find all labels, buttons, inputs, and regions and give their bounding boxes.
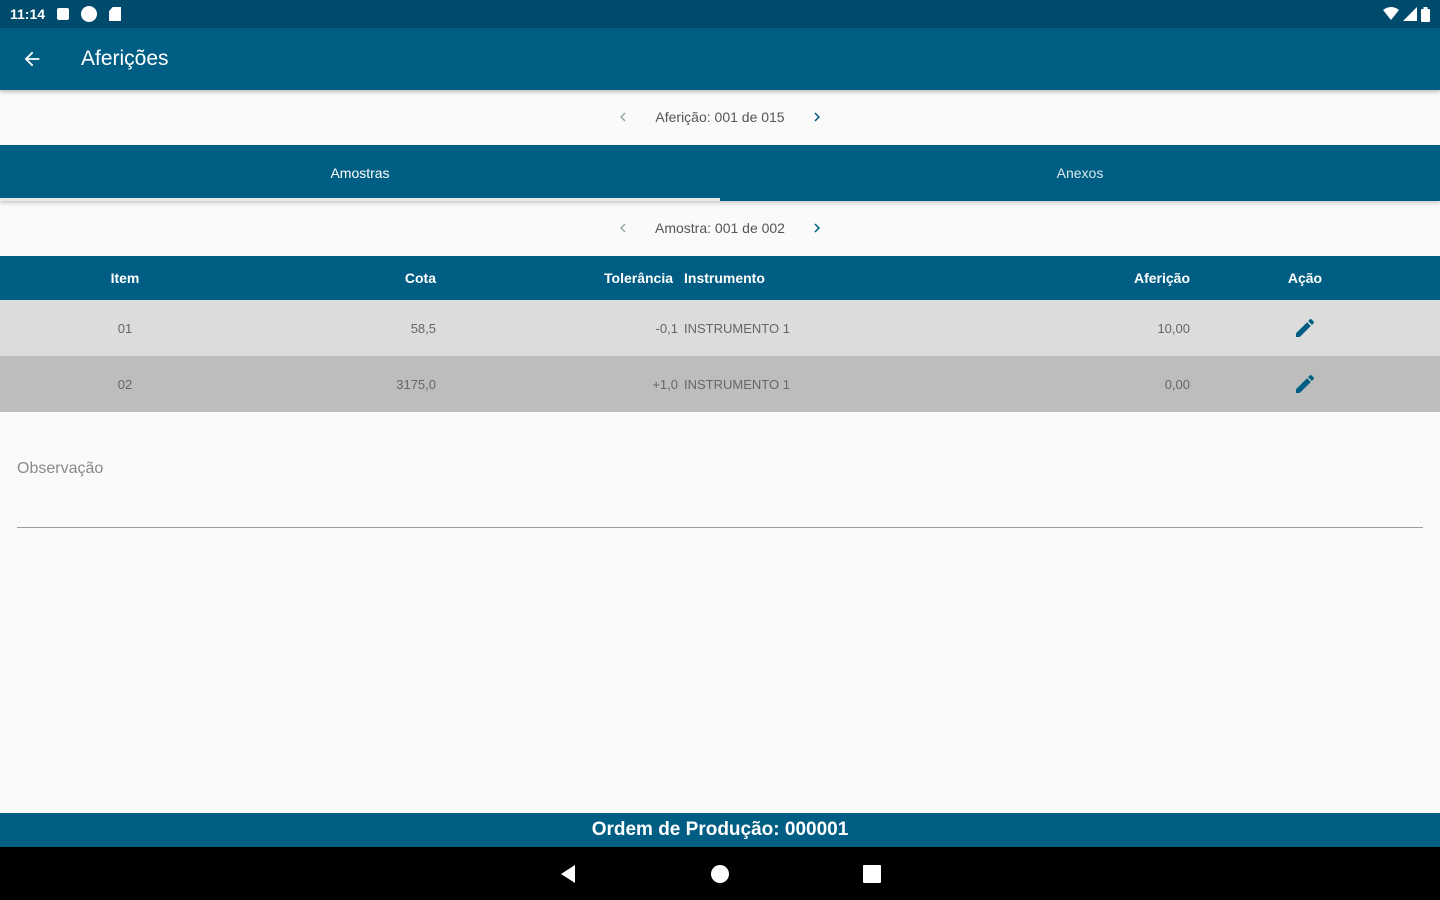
system-nav-bar — [0, 847, 1440, 900]
afericao-next-button[interactable] — [803, 103, 831, 131]
afericao-pager: Aferição: 001 de 015 — [0, 90, 1440, 144]
afericao-pager-label: Aferição: 001 de 015 — [655, 109, 785, 125]
square-recents-icon — [863, 864, 881, 883]
header-acao: Ação — [1287, 270, 1323, 286]
cell-afericao: 0,00 — [1164, 376, 1190, 392]
observacao-field — [17, 440, 1423, 528]
afericao-prev-button[interactable] — [609, 103, 637, 131]
tab-anexos-label: Anexos — [1056, 165, 1104, 181]
status-left: 11:14 — [10, 6, 122, 22]
nav-back-button[interactable] — [548, 854, 588, 894]
tab-amostras[interactable]: Amostras — [0, 145, 720, 201]
observacao-input[interactable] — [17, 440, 1423, 478]
chevron-left-icon — [620, 223, 626, 233]
app-bar: Aferições — [0, 28, 1440, 90]
production-order-footer: Ordem de Produção: 000001 — [0, 813, 1440, 847]
amostra-next-button[interactable] — [803, 214, 831, 242]
tab-anexos[interactable]: Anexos — [720, 145, 1440, 201]
nav-home-button[interactable] — [700, 854, 740, 894]
table-row[interactable]: 01 58,5 -0,1 INSTRUMENTO 1 10,00 — [0, 300, 1440, 356]
status-bar: 11:14 — [0, 0, 1440, 28]
nav-recents-button[interactable] — [852, 854, 892, 894]
edit-button[interactable] — [1289, 312, 1321, 344]
signal-icon — [1403, 7, 1417, 21]
app-notification-icon — [81, 6, 98, 22]
page-title: Aferições — [81, 47, 169, 70]
triangle-back-icon — [561, 864, 575, 883]
cell-acao — [1240, 356, 1370, 412]
cell-cota: 3175,0 — [396, 376, 436, 392]
cell-tolerancia: +1,0 — [652, 376, 678, 392]
cell-afericao: 10,00 — [1157, 320, 1190, 336]
status-right — [1383, 6, 1430, 22]
amostra-prev-button[interactable] — [609, 214, 637, 242]
production-order-label: Ordem de Produção: 000001 — [591, 819, 849, 840]
notification-icon — [57, 8, 70, 20]
wifi-icon — [1383, 7, 1399, 20]
tab-amostras-label: Amostras — [330, 165, 390, 181]
status-time: 11:14 — [10, 6, 46, 22]
header-cota: Cota — [404, 270, 436, 286]
header-instrumento: Instrumento — [684, 270, 765, 286]
cell-item: 01 — [117, 320, 133, 336]
cell-cota: 58,5 — [410, 320, 436, 336]
pencil-icon — [1296, 374, 1315, 393]
sd-card-icon — [109, 7, 122, 21]
chevron-left-icon — [620, 112, 626, 122]
circle-home-icon — [711, 864, 729, 883]
tab-bar: Amostras Anexos — [0, 145, 1440, 201]
edit-button[interactable] — [1289, 368, 1321, 400]
arrow-left-icon — [24, 51, 40, 67]
amostra-pager: Amostra: 001 de 002 — [0, 201, 1440, 255]
amostra-pager-label: Amostra: 001 de 002 — [655, 220, 785, 236]
battery-icon — [1421, 6, 1430, 22]
chevron-right-icon — [814, 112, 820, 122]
chevron-right-icon — [814, 223, 820, 233]
samples-table: Item Cota Tolerância Instrumento Aferiçã… — [0, 256, 1440, 412]
cell-instrumento: INSTRUMENTO 1 — [684, 320, 790, 336]
cell-tolerancia: -0,1 — [655, 320, 678, 336]
header-tolerancia: Tolerância — [604, 270, 673, 286]
cell-instrumento: INSTRUMENTO 1 — [684, 376, 790, 392]
table-header: Item Cota Tolerância Instrumento Aferiçã… — [0, 256, 1440, 300]
cell-acao — [1240, 300, 1370, 356]
cell-item: 02 — [117, 376, 133, 392]
pencil-icon — [1296, 318, 1315, 337]
table-row[interactable]: 02 3175,0 +1,0 INSTRUMENTO 1 0,00 — [0, 356, 1440, 412]
header-item: Item — [110, 270, 140, 286]
header-afericao: Aferição — [1133, 270, 1190, 286]
back-button[interactable] — [0, 28, 64, 90]
